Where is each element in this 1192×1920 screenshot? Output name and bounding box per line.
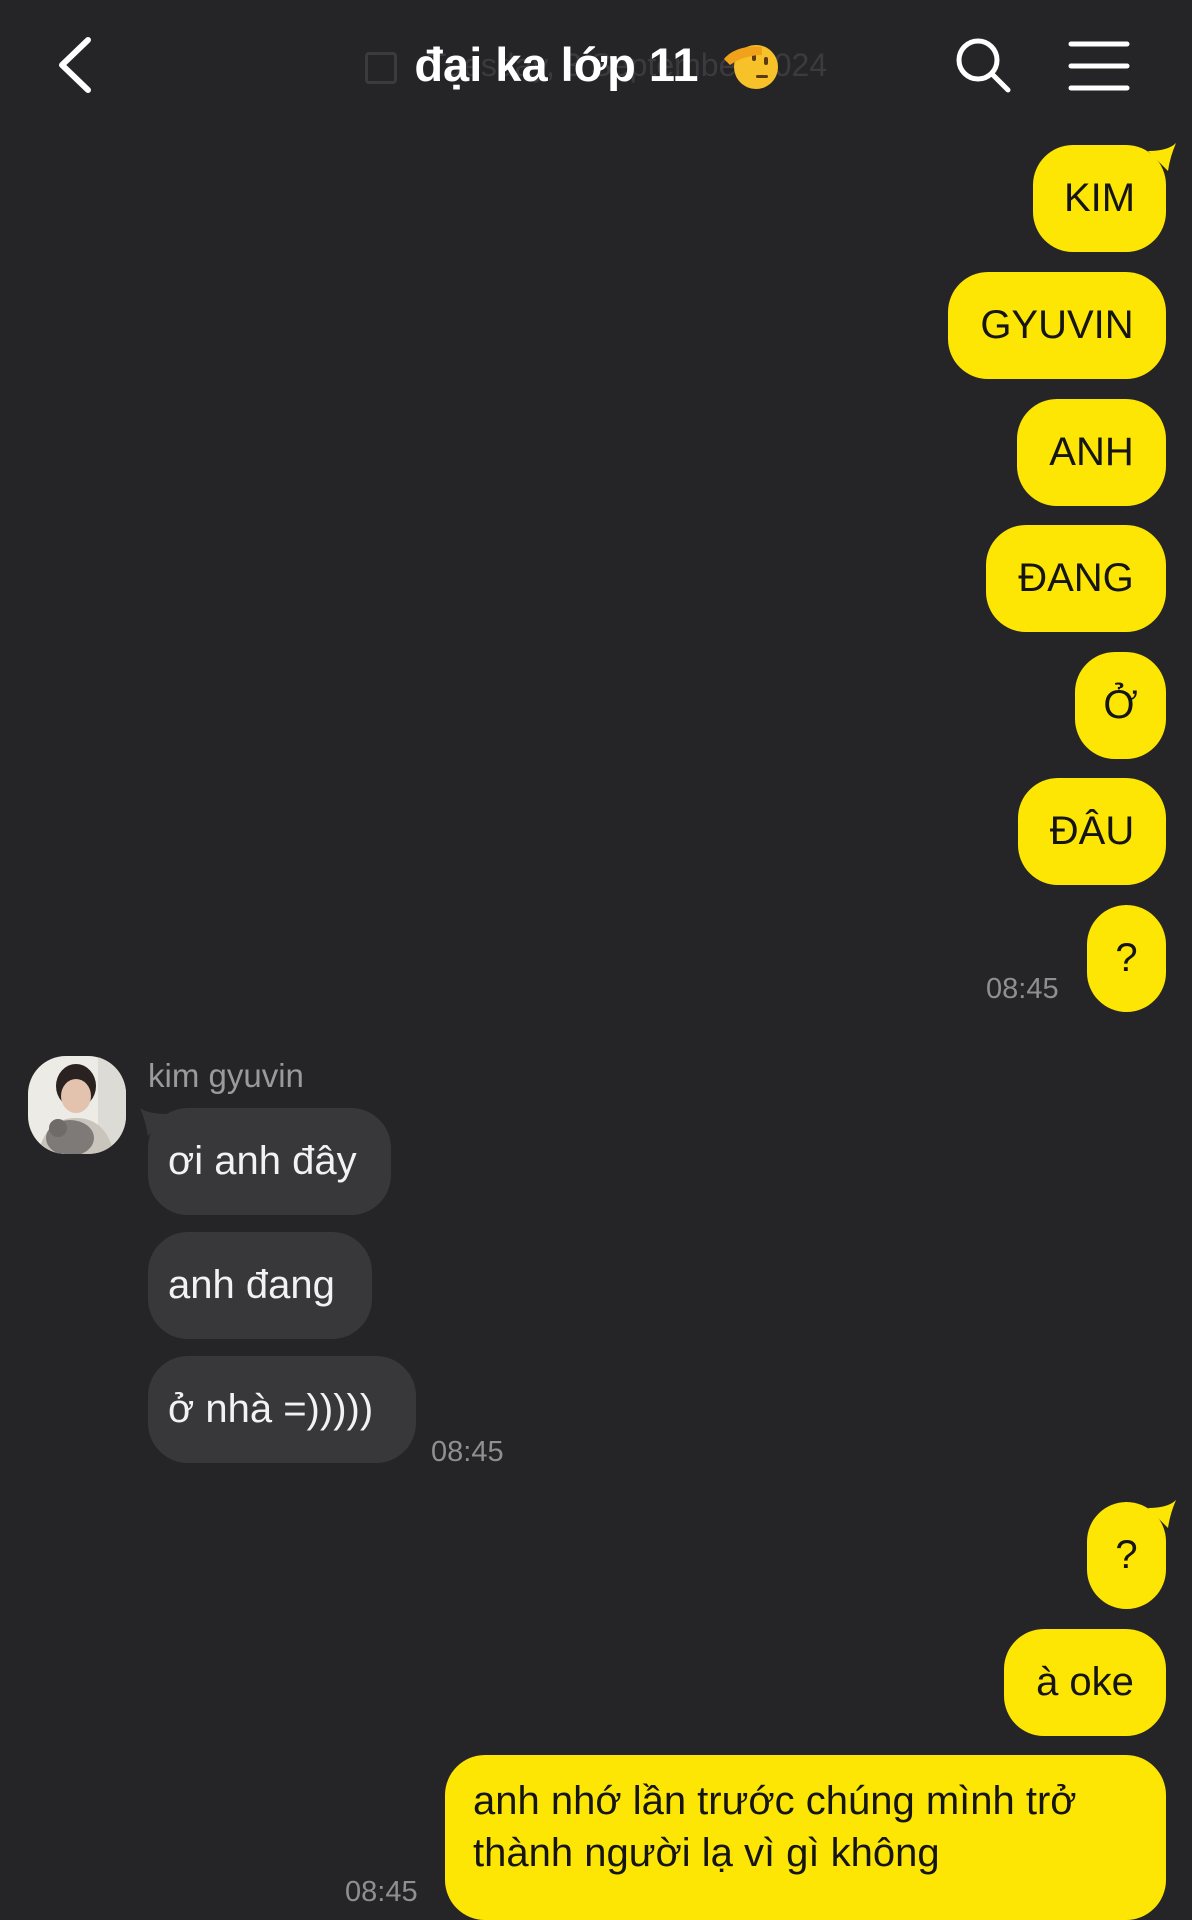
message-time: 08:45 — [345, 1876, 418, 1908]
search-button[interactable] — [952, 30, 1016, 100]
outgoing-message[interactable]: ĐANG — [986, 525, 1166, 632]
avatar-photo — [28, 1056, 126, 1154]
outgoing-message[interactable]: ? — [1087, 905, 1166, 1012]
message-line: thành người lạ vì gì không — [473, 1831, 940, 1875]
outgoing-message[interactable]: Ở — [1075, 652, 1166, 759]
chat-title: đại ka lớp 11 — [414, 38, 699, 91]
message-time: 08:45 — [986, 973, 1059, 1005]
incoming-message[interactable]: ơi anh đây — [148, 1108, 391, 1215]
hamburger-menu-icon — [1068, 41, 1130, 91]
back-button[interactable] — [52, 30, 112, 100]
outgoing-message[interactable]: ANH — [1017, 399, 1166, 506]
incoming-message[interactable]: anh đang — [148, 1232, 372, 1339]
outgoing-message[interactable]: anh nhớ lần trước chúng mình trở thành n… — [445, 1755, 1166, 1920]
saluting-face-icon — [723, 44, 778, 89]
sender-name: kim gyuvin — [148, 1057, 304, 1094]
chat-title-area: Tuesday, 3 September 2024 đại ka lớp 11 — [300, 30, 892, 100]
menu-button[interactable] — [1064, 30, 1134, 100]
bubble-tail — [1148, 1500, 1176, 1528]
outgoing-message[interactable]: KIM — [1033, 145, 1166, 252]
outgoing-message[interactable]: ĐÂU — [1018, 778, 1166, 885]
search-icon — [956, 38, 1011, 93]
outgoing-message[interactable]: GYUVIN — [948, 272, 1166, 379]
avatar[interactable] — [28, 1056, 126, 1154]
message-time: 08:45 — [431, 1436, 504, 1468]
calendar-icon — [364, 51, 397, 84]
incoming-message[interactable]: ở nhà =))))) — [148, 1356, 416, 1463]
chat-header: Tuesday, 3 September 2024 đại ka lớp 11 — [0, 0, 1192, 130]
chevron-left-icon — [59, 37, 91, 93]
outgoing-message[interactable]: à oke — [1004, 1629, 1166, 1736]
message-line: anh nhớ lần trước chúng mình trở — [473, 1779, 1077, 1823]
bubble-tail — [1148, 143, 1176, 171]
